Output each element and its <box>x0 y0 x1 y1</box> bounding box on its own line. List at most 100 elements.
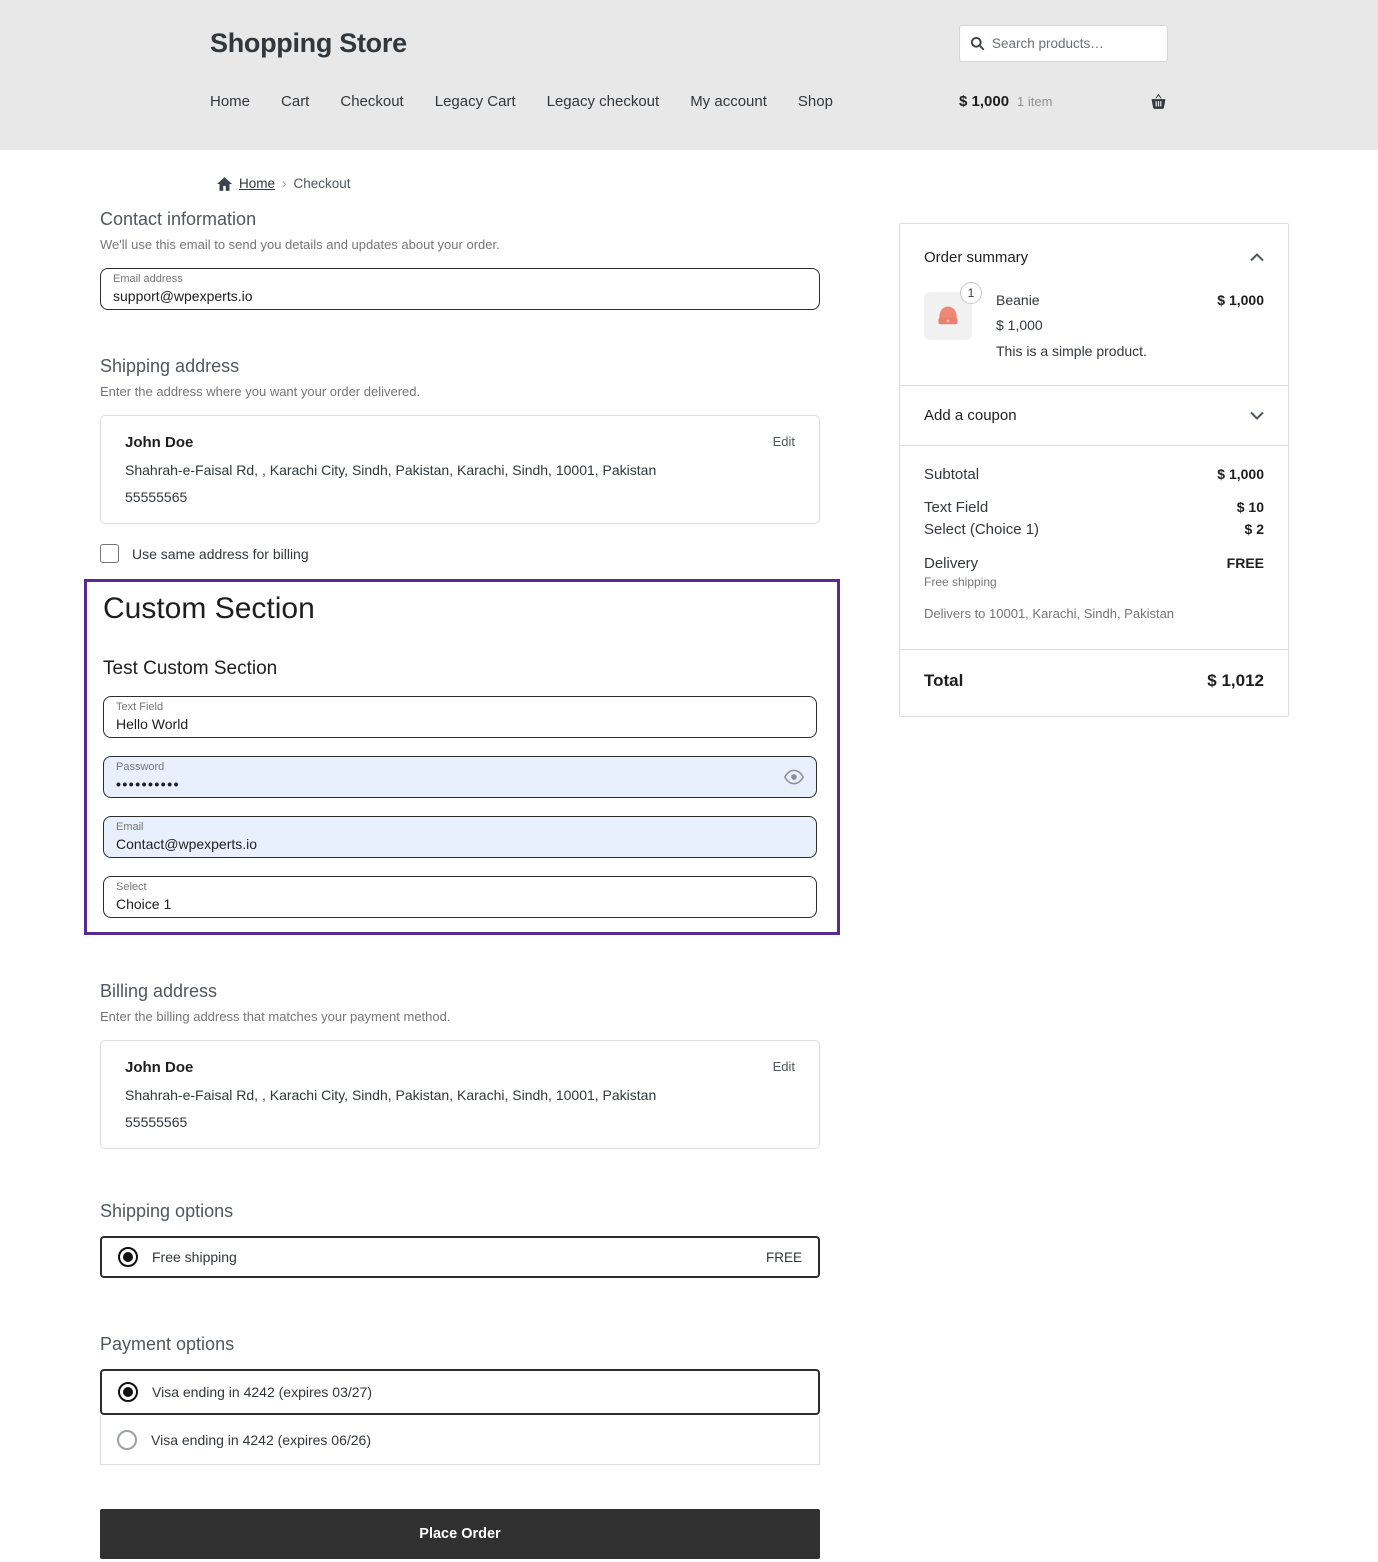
shipping-address-heading: Shipping address <box>100 356 240 376</box>
fee-row-select: Select (Choice 1) $ 2 <box>924 521 1264 538</box>
product-line-price: $ 1,000 <box>1217 292 1264 308</box>
add-coupon-label: Add a coupon <box>924 407 1017 424</box>
shipping-option-free[interactable]: Free shipping FREE <box>100 1236 820 1278</box>
basket-icon[interactable] <box>1149 93 1168 110</box>
billing-same-address-label: Use same address for billing <box>132 545 309 562</box>
shipping-address-line: Shahrah-e-Faisal Rd, , Karachi City, Sin… <box>125 462 657 478</box>
custom-select-field[interactable]: Select Choice 1 <box>103 876 817 918</box>
shipping-option-label: Free shipping <box>152 1249 237 1265</box>
shipping-address-phone: 55555565 <box>125 489 188 505</box>
nav-legacy-cart[interactable]: Legacy Cart <box>435 93 516 110</box>
breadcrumb-home-link[interactable]: Home <box>239 176 275 191</box>
order-summary-header[interactable]: Order summary <box>900 224 1288 288</box>
radio-icon[interactable] <box>117 1429 137 1450</box>
nav-legacy-checkout[interactable]: Legacy checkout <box>547 93 660 110</box>
delivery-value: FREE <box>1226 555 1264 571</box>
custom-email-field[interactable]: Email Contact@wpexperts.io <box>103 816 817 858</box>
shipping-options-section: Shipping options Free shipping FREE <box>100 1201 820 1278</box>
order-summary-product-row: 1 Beanie $ 1,000 $ 1,000 This is a simpl… <box>900 282 1288 385</box>
radio-selected-icon[interactable] <box>118 1247 138 1267</box>
billing-same-address-row: Use same address for billing <box>100 544 820 563</box>
total-value: $ 1,012 <box>1207 671 1264 690</box>
fee-value: $ 2 <box>1244 521 1264 537</box>
shipping-address-section: Shipping address Enter the address where… <box>100 356 820 563</box>
email-address-field[interactable]: Email address support@wpexperts.io <box>100 268 820 310</box>
custom-text-field-value: Hello World <box>116 715 189 732</box>
site-header: Shopping Store Home Cart Checkout Legacy… <box>0 0 1378 150</box>
nav-shop[interactable]: Shop <box>798 93 833 110</box>
custom-password-field[interactable]: Password •••••••••• <box>103 756 817 798</box>
billing-address-phone: 55555565 <box>125 1114 188 1130</box>
chevron-up-icon[interactable] <box>1250 253 1264 262</box>
billing-address-description: Enter the billing address that matches y… <box>100 1009 451 1024</box>
nav-my-account[interactable]: My account <box>690 93 767 110</box>
billing-address-heading: Billing address <box>100 981 218 1001</box>
payment-option-visa-0626[interactable]: Visa ending in 4242 (expires 06/26) <box>100 1415 820 1465</box>
billing-address-line: Shahrah-e-Faisal Rd, , Karachi City, Sin… <box>125 1087 657 1103</box>
fee-label: Select (Choice 1) <box>924 521 1040 538</box>
custom-email-label: Email <box>116 821 144 834</box>
custom-text-field-label: Text Field <box>116 701 164 714</box>
search-input[interactable] <box>992 36 1157 51</box>
billing-address-card: John Doe Shahrah-e-Faisal Rd, , Karachi … <box>100 1040 820 1149</box>
product-name: Beanie <box>996 292 1040 308</box>
custom-password-label: Password <box>116 761 165 774</box>
subtotal-value: $ 1,000 <box>1217 466 1264 482</box>
payment-option-label: Visa ending in 4242 (expires 06/26) <box>151 1431 372 1448</box>
contact-heading: Contact information <box>100 209 257 229</box>
billing-address-edit-button[interactable]: Edit <box>773 1059 795 1074</box>
home-icon <box>217 176 232 191</box>
store-title: Shopping Store <box>210 28 407 58</box>
custom-password-value: •••••••••• <box>116 775 181 792</box>
custom-section-subtitle: Test Custom Section <box>103 658 278 679</box>
email-address-value: support@wpexperts.io <box>113 287 253 304</box>
breadcrumb-current: Checkout <box>293 176 351 191</box>
cart-item-count: 1 item <box>1017 94 1053 109</box>
payment-option-visa-0327[interactable]: Visa ending in 4242 (expires 03/27) <box>100 1369 820 1415</box>
contact-information-section: Contact information We'll use this email… <box>100 209 820 310</box>
product-unit-price: $ 1,000 <box>996 317 1043 333</box>
breadcrumb: Home › Checkout <box>217 176 1378 191</box>
nav-checkout[interactable]: Checkout <box>340 93 403 110</box>
subtotal-label: Subtotal <box>924 466 980 483</box>
custom-email-value: Contact@wpexperts.io <box>116 835 258 852</box>
shipping-address-card: John Doe Shahrah-e-Faisal Rd, , Karachi … <box>100 415 820 524</box>
order-summary-title: Order summary <box>924 249 1029 266</box>
chevron-down-icon[interactable] <box>1250 411 1264 420</box>
payment-option-label: Visa ending in 4242 (expires 03/27) <box>152 1384 373 1400</box>
product-quantity-badge: 1 <box>960 282 982 304</box>
cart-widget[interactable]: $ 1,000 1 item <box>959 93 1168 110</box>
delivers-to-note: Delivers to 10001, Karachi, Sindh, Pakis… <box>924 606 1175 621</box>
search-icon <box>970 36 985 51</box>
total-label: Total <box>924 671 964 690</box>
custom-select-label: Select <box>116 881 147 894</box>
shipping-address-description: Enter the address where you want your or… <box>100 384 421 399</box>
breadcrumb-separator: › <box>282 176 287 191</box>
nav-cart[interactable]: Cart <box>281 93 309 110</box>
custom-section: Custom Section Test Custom Section Text … <box>84 579 840 935</box>
custom-section-title: Custom Section <box>103 592 315 625</box>
place-order-button[interactable]: Place Order <box>100 1509 820 1559</box>
custom-text-field[interactable]: Text Field Hello World <box>103 696 817 738</box>
total-row: Total $ 1,012 <box>900 650 1288 716</box>
order-summary-card: Order summary 1 Beanie $ 1,000 $ 1,000 T… <box>899 223 1289 717</box>
order-totals: Subtotal $ 1,000 Text Field $ 10 Select … <box>900 446 1288 649</box>
nav-home[interactable]: Home <box>210 93 250 110</box>
billing-address-section: Billing address Enter the billing addres… <box>100 981 820 1149</box>
shipping-options-heading: Shipping options <box>100 1201 234 1221</box>
fee-row-text-field: Text Field $ 10 <box>924 499 1264 516</box>
cart-total: $ 1,000 <box>959 93 1010 110</box>
password-visibility-eye-icon[interactable] <box>784 769 804 785</box>
shipping-address-edit-button[interactable]: Edit <box>773 434 795 449</box>
delivery-row: Delivery FREE <box>924 555 1264 572</box>
delivery-method: Free shipping <box>924 575 997 589</box>
payment-options-heading: Payment options <box>100 1334 235 1354</box>
delivery-label: Delivery <box>924 555 979 572</box>
billing-address-name: John Doe <box>125 1059 194 1076</box>
search-box[interactable] <box>959 25 1168 62</box>
add-coupon-toggle[interactable]: Add a coupon <box>900 386 1288 445</box>
contact-description: We'll use this email to send you details… <box>100 237 500 252</box>
billing-same-address-checkbox[interactable] <box>100 544 119 563</box>
radio-selected-icon[interactable] <box>118 1382 138 1402</box>
product-description: This is a simple product. <box>996 343 1147 359</box>
